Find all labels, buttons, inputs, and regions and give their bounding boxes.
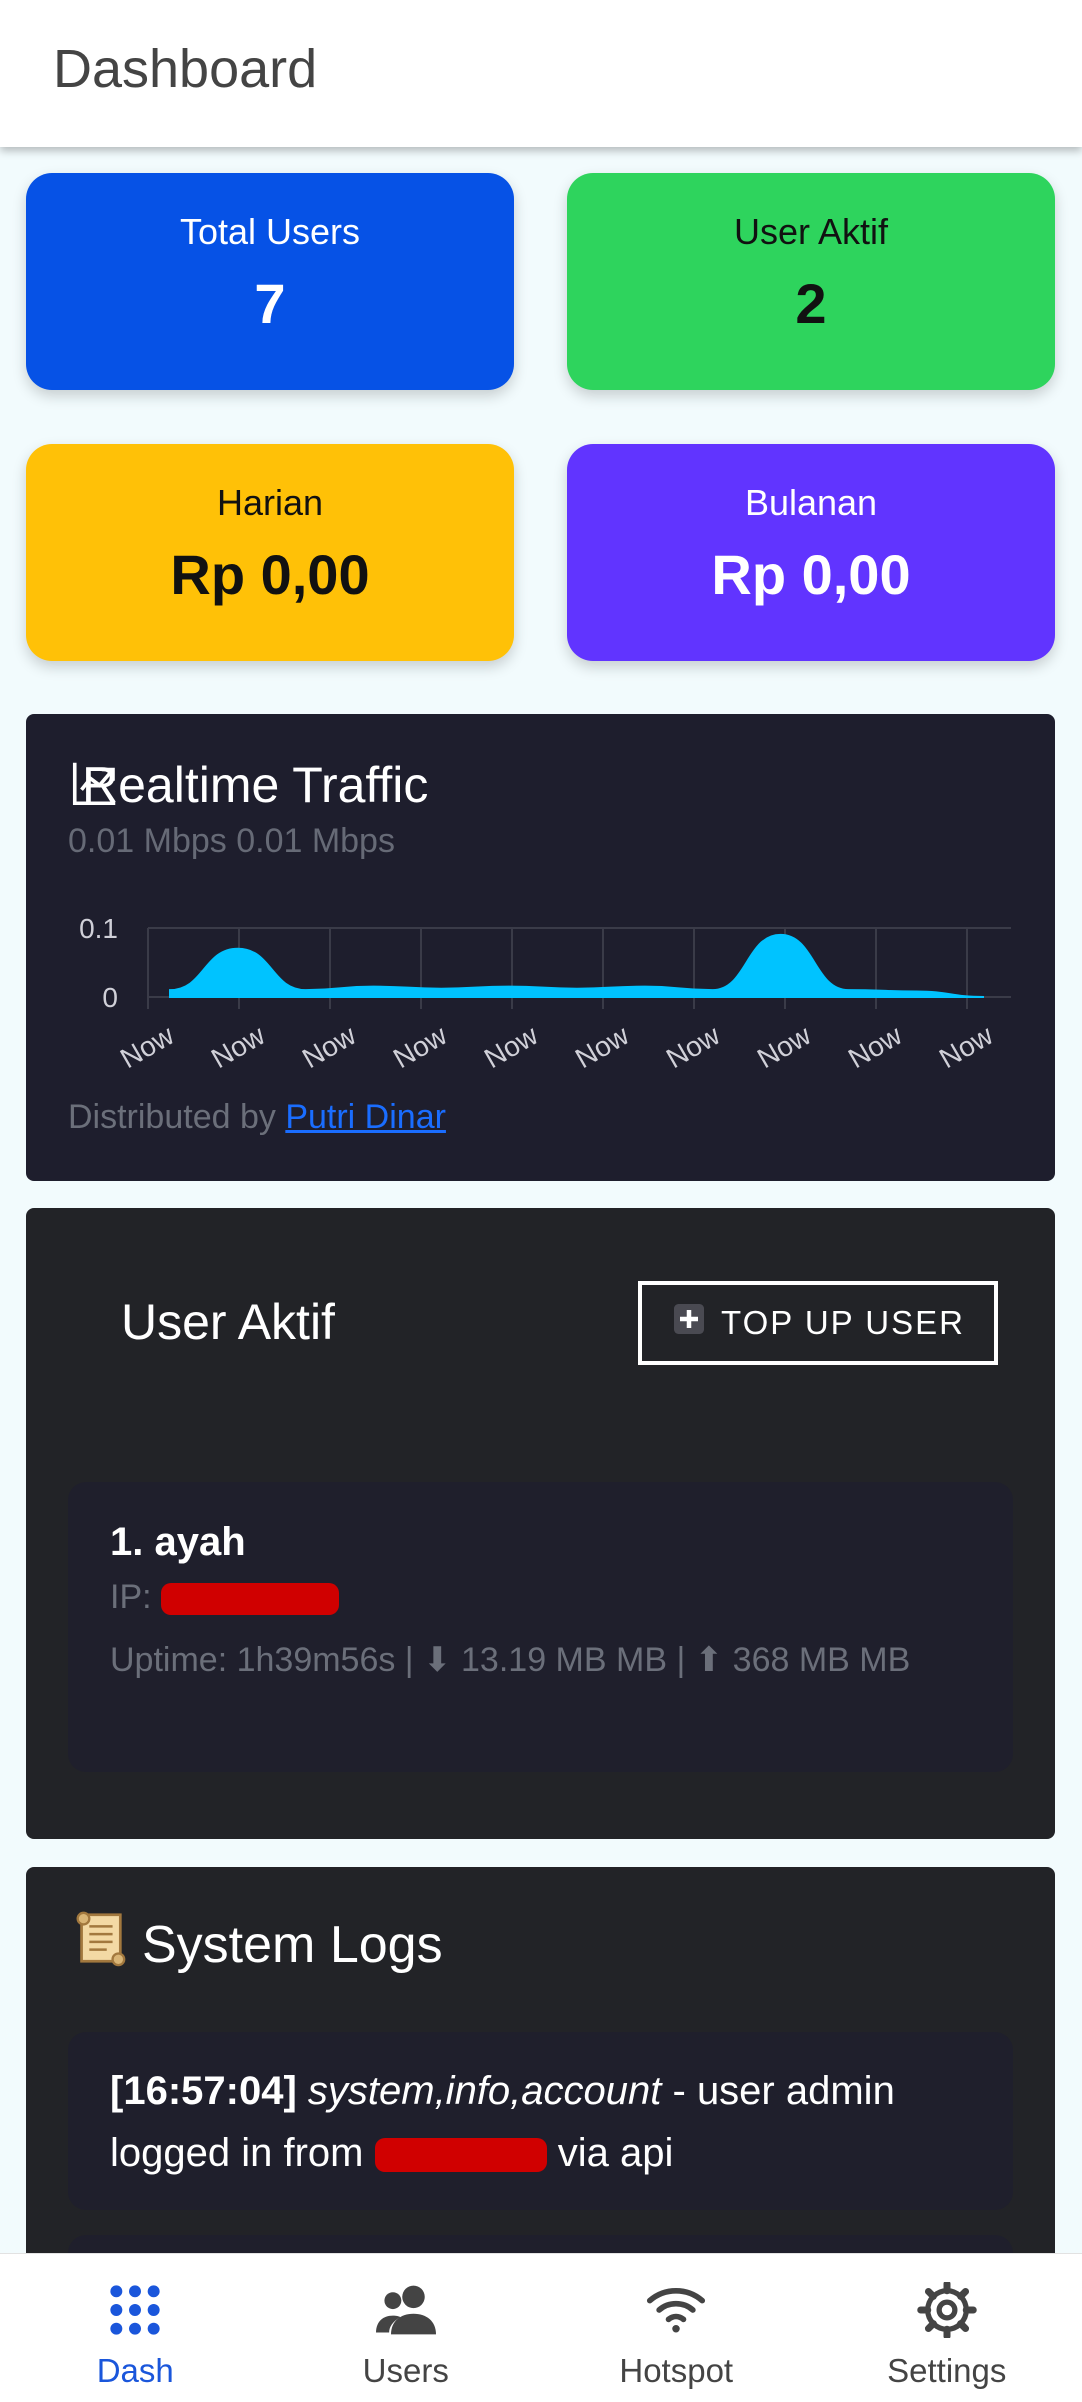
- total-users-label: Total Users: [179, 211, 361, 252]
- nav-hotspot[interactable]: Hotspot: [541, 2254, 812, 2402]
- system-logs-title: System Logs: [68, 1907, 443, 1982]
- active-users-label: User Aktif: [733, 211, 889, 252]
- scroll-icon: [68, 1907, 130, 1982]
- app-bar: Dashboard: [0, 0, 1082, 147]
- active-users-title: User Aktif: [121, 1294, 335, 1350]
- daily-income-value: Rp 0,00: [170, 543, 370, 606]
- nav-users-label: Users: [362, 2352, 449, 2389]
- y-tick-label: 0: [102, 982, 118, 1013]
- x-tick-label: Now: [934, 1019, 999, 1074]
- system-logs-title-text: System Logs: [142, 1915, 443, 1974]
- grid-dots-icon: [105, 2282, 165, 2346]
- x-tick-label: Now: [388, 1019, 453, 1074]
- realtime-traffic-card: Realtime Traffic 0.01 Mbps 0.01 Mbps 0.1…: [26, 714, 1055, 1181]
- x-tick-label: Now: [206, 1019, 271, 1074]
- daily-income-card: Harian Rp 0,00: [26, 444, 514, 661]
- nav-dash-label: Dash: [96, 2352, 174, 2389]
- bottom-navigation: Dash Users Hotspot Settings: [0, 2253, 1082, 2402]
- gear-icon: [917, 2280, 977, 2346]
- active-users-panel: User Aktif TOP UP USER 1. ayah IP: Uptim…: [26, 1208, 1055, 1839]
- top-up-user-label: TOP UP USER: [721, 1304, 965, 1341]
- active-users-card: User Aktif 2: [567, 173, 1055, 390]
- redacted-ip: [161, 1583, 340, 1616]
- nav-dash[interactable]: Dash: [0, 2254, 271, 2402]
- x-tick-label: Now: [479, 1019, 544, 1074]
- log-message-end: via api: [546, 2131, 674, 2175]
- total-users-card: Total Users 7: [26, 173, 514, 390]
- credit-link[interactable]: Putri Dinar: [285, 1098, 446, 1136]
- total-users-value: 7: [254, 272, 286, 335]
- x-tick-label: Now: [297, 1019, 362, 1074]
- user-name: 1. ayah: [110, 1520, 246, 1564]
- nav-settings-label: Settings: [887, 2352, 1007, 2389]
- log-entry: [16:57:04] system,info,account - user ad…: [68, 2032, 1013, 2210]
- wifi-icon: [646, 2282, 706, 2346]
- y-tick-label: 0.1: [79, 913, 118, 944]
- distributed-by: Distributed by Putri Dinar: [68, 1098, 446, 1137]
- traffic-chart: 0.1 0 Now Now Now Now Now Now Now Now Now Now: [79, 913, 1011, 1074]
- log-topic: system,info,account: [307, 2069, 662, 2113]
- credit-prefix: Distributed by: [68, 1098, 286, 1136]
- x-tick-label: Now: [752, 1019, 817, 1074]
- top-up-user-button[interactable]: TOP UP USER: [638, 1281, 998, 1365]
- monthly-income-value: Rp 0,00: [711, 543, 911, 606]
- monthly-income-card: Bulanan Rp 0,00: [567, 444, 1055, 661]
- x-tick-label: Now: [115, 1019, 180, 1074]
- nav-settings[interactable]: Settings: [812, 2254, 1082, 2402]
- redacted-ip: [374, 2138, 547, 2173]
- x-tick-label: Now: [843, 1019, 908, 1074]
- traffic-area-series: [169, 933, 985, 998]
- plus-icon: [671, 1301, 707, 1345]
- user-uptime: Uptime: 1h39m56s | ⬇ 13.19 MB MB | ⬆ 368…: [110, 1641, 911, 1679]
- page-title: Dashboard: [53, 39, 318, 99]
- list-item[interactable]: 1. ayah IP: Uptime: 1h39m56s | ⬇ 13.19 M…: [68, 1482, 1013, 1772]
- nav-hotspot-label: Hotspot: [619, 2352, 734, 2389]
- active-users-value: 2: [795, 272, 827, 335]
- user-ip: IP:: [110, 1578, 340, 1617]
- users-icon: [375, 2282, 436, 2346]
- x-tick-label: Now: [570, 1019, 635, 1074]
- daily-income-label: Harian: [216, 482, 324, 523]
- monthly-income-label: Bulanan: [744, 482, 878, 523]
- log-time: [16:57:04]: [110, 2069, 297, 2113]
- x-tick-label: Now: [661, 1019, 726, 1074]
- nav-users[interactable]: Users: [271, 2254, 542, 2402]
